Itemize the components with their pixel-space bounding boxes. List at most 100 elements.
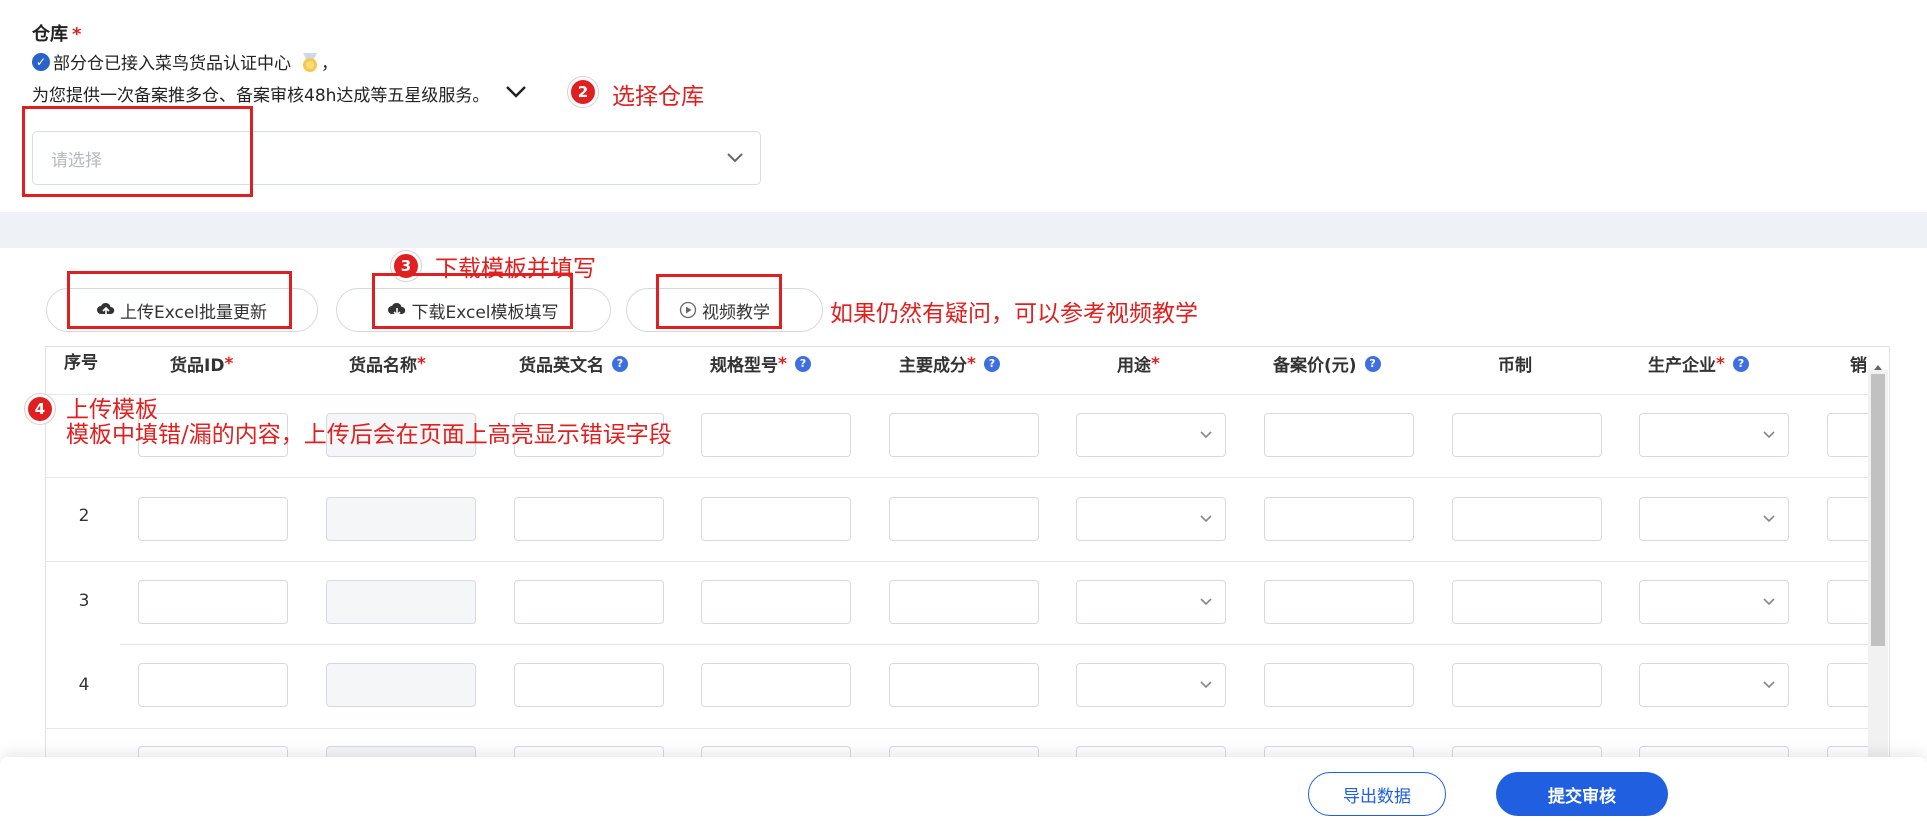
step2-badge: 2 [571,80,595,104]
row-divider [120,644,1868,645]
warehouse-select[interactable]: 请选择 [32,131,761,185]
col-header-index: 序号 [64,353,98,373]
help-icon[interactable]: ? [1732,355,1749,372]
step3-annotation: 下载模板并填写 [435,256,596,282]
check-circle-icon: ✓ [32,52,50,71]
goods-name-input [326,497,476,541]
row-number: 4 [78,675,90,695]
cloud-upload-icon [96,302,115,316]
step2-annotation: 选择仓库 [612,84,704,110]
upload-excel-button[interactable]: 上传Excel批量更新 [46,288,318,332]
filing-price-input[interactable] [1264,580,1414,624]
required-mark: * [72,24,82,45]
row-divider [46,728,1868,729]
usage-select[interactable] [1076,497,1226,541]
medal-icon [299,51,321,73]
chevron-down-icon [1200,681,1212,689]
currency-input[interactable] [1452,580,1602,624]
manufacturer-select[interactable] [1639,663,1789,707]
spec-model-input[interactable] [701,497,851,541]
chevron-down-icon [1763,681,1775,689]
warehouse-select-placeholder: 请选择 [51,150,102,171]
col-header-manufacturer: 生产企业 *? [1648,351,1749,376]
main-ingredient-input[interactable] [889,663,1039,707]
filing-price-input[interactable] [1264,497,1414,541]
currency-input[interactable] [1452,413,1602,457]
warehouse-label: 仓库 * [32,20,81,46]
col-header-main-ingredient: 主要成分 *? [899,351,1000,376]
download-template-label: 下载Excel模板填写 [411,302,559,323]
help-icon[interactable]: ? [983,355,1000,372]
row-divider [46,561,1868,562]
col-header-currency: 币制 [1498,356,1532,376]
notice-line2: 为您提供一次备案推多仓、备案审核48h达成等五星级服务。 [32,86,490,106]
col-header-usage: 用途 * [1117,353,1160,377]
spec-model-input[interactable] [701,580,851,624]
export-data-button[interactable]: 导出数据 [1308,772,1446,816]
table-scrollbar-thumb[interactable] [1871,374,1885,646]
play-circle-icon [679,301,697,319]
english-name-input[interactable] [514,497,664,541]
section-divider [0,212,1927,248]
warehouse-label-text: 仓库 [32,24,68,45]
manufacturer-select[interactable] [1639,497,1789,541]
manufacturer-select[interactable] [1639,580,1789,624]
row-divider [46,477,1868,478]
col-header-filing-price: 备案价(元)? [1273,351,1381,376]
currency-input[interactable] [1452,497,1602,541]
submit-review-button[interactable]: 提交审核 [1496,772,1668,816]
video-hint-annotation: 如果仍然有疑问，可以参考视频教学 [830,301,1198,327]
goods-id-input[interactable] [138,497,288,541]
help-icon[interactable]: ? [612,355,628,372]
video-tutorial-button[interactable]: 视频教学 [626,288,823,332]
main-ingredient-input[interactable] [889,497,1039,541]
col-header-spec-model: 规格型号 *? [710,351,811,376]
upload-excel-label: 上传Excel批量更新 [119,302,268,323]
main-ingredient-input[interactable] [889,580,1039,624]
goods-name-input [326,663,476,707]
col-header-sales: 销 [1850,356,1867,376]
service-notice: 为您提供一次备案推多仓、备案审核48h达成等五星级服务。 [32,81,527,106]
chevron-down-icon[interactable] [505,84,527,104]
chevron-down-icon [1200,515,1212,523]
spec-model-input[interactable] [701,413,851,457]
cloud-download-icon [388,302,406,317]
step3-badge: 3 [394,254,418,278]
usage-select[interactable] [1076,580,1226,624]
video-tutorial-label: 视频教学 [702,302,770,323]
english-name-input[interactable] [514,580,664,624]
goods-name-input [326,580,476,624]
certification-notice: ✓ 部分仓已接入菜鸟货品认证中心 ， [32,49,338,74]
chevron-down-icon [1200,598,1212,606]
chevron-down-icon [1763,515,1775,523]
row-number: 2 [78,506,90,526]
col-header-goods-id: 货品ID * [170,353,234,377]
chevron-down-icon [1763,431,1775,439]
header-divider [46,394,1868,395]
filing-price-input[interactable] [1264,413,1414,457]
chevron-down-icon [726,148,744,171]
step4-description: 模板中填错/漏的内容，上传后会在页面上高亮显示错误字段 [66,422,672,448]
currency-input[interactable] [1452,663,1602,707]
help-icon[interactable]: ? [1364,355,1381,372]
english-name-input[interactable] [514,663,664,707]
step4-badge: 4 [28,397,52,421]
chevron-down-icon [1200,431,1212,439]
notice-line1-tail: ， [321,54,338,74]
filing-price-input[interactable] [1264,663,1414,707]
col-header-english-name: 货品英文名? [519,351,628,376]
scroll-up-arrow-icon[interactable] [1871,358,1885,370]
row-number: 3 [78,591,90,611]
manufacturer-select[interactable] [1639,413,1789,457]
col-header-goods-name: 货品名称 * [349,353,426,377]
usage-select[interactable] [1076,413,1226,457]
usage-select[interactable] [1076,663,1226,707]
download-template-button[interactable]: 下载Excel模板填写 [336,288,611,332]
main-ingredient-input[interactable] [889,413,1039,457]
chevron-down-icon [1763,598,1775,606]
goods-id-input[interactable] [138,580,288,624]
help-icon[interactable]: ? [794,355,811,372]
notice-line1: 部分仓已接入菜鸟货品认证中心 [53,54,291,74]
goods-id-input[interactable] [138,663,288,707]
spec-model-input[interactable] [701,663,851,707]
